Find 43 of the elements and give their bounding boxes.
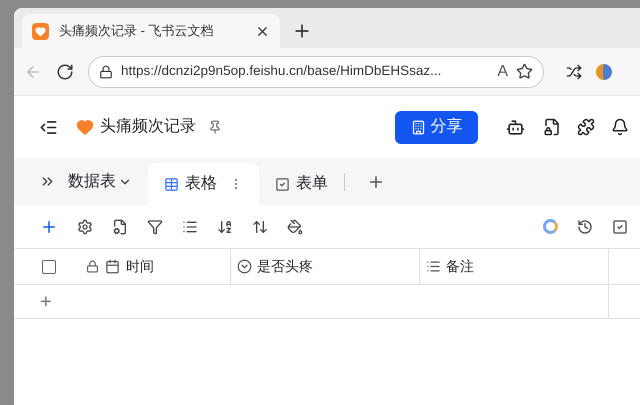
share-button[interactable]: 分享 — [395, 110, 478, 144]
history-icon[interactable] — [577, 218, 593, 234]
settings-icon[interactable] — [77, 218, 93, 234]
table-icon — [164, 176, 179, 192]
column-header[interactable]: 是否头疼 — [257, 256, 313, 277]
form-icon — [275, 176, 290, 192]
robot-icon[interactable] — [506, 118, 525, 136]
sort-icon[interactable] — [217, 218, 233, 234]
lock-icon — [99, 64, 113, 78]
favicon-icon — [32, 22, 49, 40]
puzzle-icon[interactable] — [577, 118, 595, 136]
field-settings-icon[interactable] — [112, 218, 128, 234]
column-header[interactable]: 备注 — [446, 256, 474, 277]
doc-title: 头痛频次记录 — [100, 116, 196, 137]
tab-title: 头痛频次记录 - 飞书云文档 — [59, 22, 215, 40]
document-lock-icon[interactable] — [543, 118, 561, 136]
address-bar[interactable]: https://dcnzi2p9n5op.feishu.cn/base/HimDbEHSsaz... A — [88, 56, 544, 88]
pin-icon[interactable] — [208, 120, 222, 134]
profile-icon[interactable] — [596, 64, 612, 80]
group-icon[interactable] — [182, 218, 198, 234]
add-row-button[interactable]: + — [40, 286, 52, 316]
doc-heart-icon — [76, 118, 94, 136]
select-all-checkbox[interactable] — [42, 260, 56, 274]
column-header[interactable]: 时间 — [126, 256, 154, 277]
calendar-icon — [105, 259, 120, 274]
browser-tab[interactable]: 头痛频次记录 - 飞书云文档 — [22, 14, 280, 48]
checklist-icon[interactable] — [612, 218, 628, 234]
paint-bucket-icon[interactable] — [287, 218, 303, 234]
read-aloud-icon[interactable]: A — [497, 60, 508, 84]
row-height-icon[interactable] — [252, 218, 268, 234]
favorite-icon[interactable] — [516, 63, 533, 80]
text-field-icon — [426, 259, 441, 274]
bell-icon[interactable] — [611, 118, 629, 136]
extension-icon[interactable] — [566, 64, 582, 80]
lock-icon — [86, 260, 99, 273]
url-text: https://dcnzi2p9n5op.feishu.cn/base/HimDbEHSsaz... — [121, 62, 442, 80]
dropdown-circle-icon — [237, 259, 252, 274]
building-icon — [410, 120, 426, 134]
filter-icon[interactable] — [147, 218, 163, 234]
view-tab[interactable]: 表单 — [259, 163, 344, 205]
reload-icon[interactable] — [56, 62, 74, 80]
view-tab[interactable]: 表格 — [148, 163, 259, 205]
views-menu[interactable]: 数据表 — [68, 170, 132, 194]
